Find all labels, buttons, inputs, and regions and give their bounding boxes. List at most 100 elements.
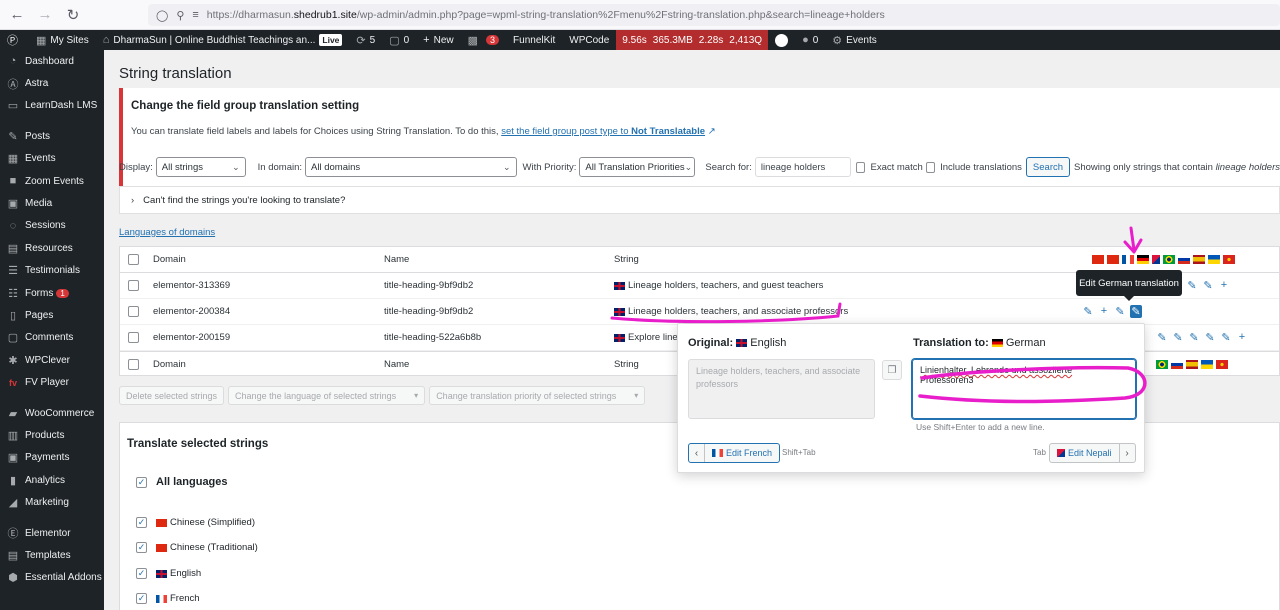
add-plus-icon[interactable]: +: [1218, 279, 1230, 292]
change-priority-select[interactable]: Change translation priority of selected …: [429, 386, 646, 405]
astra-icon: Ⓐ: [7, 78, 19, 91]
row-checkbox[interactable]: [128, 280, 139, 291]
search-button[interactable]: Search: [1025, 157, 1071, 177]
sidebar-item-resources[interactable]: ▤ Resources: [0, 237, 104, 259]
language-checkbox[interactable]: ✓: [136, 593, 147, 604]
languages-of-domains-link[interactable]: Languages of domains: [119, 227, 215, 238]
notice-settings-link[interactable]: set the field group post type to Not Tra…: [501, 126, 705, 137]
row-checkbox[interactable]: [128, 332, 139, 343]
language-checkbox[interactable]: ✓: [136, 517, 147, 528]
sidebar-item-woocommerce[interactable]: ▰ WooCommerce: [0, 402, 104, 424]
edit-pencil-icon[interactable]: ✎: [1172, 331, 1184, 344]
funnelkit-link[interactable]: FunnelKit: [506, 30, 562, 50]
domain-select[interactable]: All domains ⌄: [305, 157, 517, 177]
sidebar-item-comments[interactable]: ▢ Comments: [0, 327, 104, 349]
sidebar-item-essential-addons[interactable]: ⬢ Essential Addons: [0, 567, 104, 589]
language-row[interactable]: ✓ English: [136, 568, 201, 579]
select-all-checkbox[interactable]: [128, 254, 139, 265]
sidebar-item-forms[interactable]: ☷ Forms 1: [0, 282, 104, 304]
sidebar-item-pages[interactable]: ▯ Pages: [0, 304, 104, 326]
language-checkbox[interactable]: ✓: [136, 568, 147, 579]
back-arrow-icon[interactable]: ←: [6, 4, 28, 26]
add-plus-icon[interactable]: +: [1098, 305, 1110, 318]
edit-pencil-icon[interactable]: ✎: [1202, 279, 1214, 292]
wpcode-link[interactable]: WPCode: [562, 30, 616, 50]
forward-arrow-icon[interactable]: →: [34, 4, 56, 26]
external-link-icon: ↗: [707, 126, 716, 137]
all-languages-row[interactable]: ✓ All languages: [136, 476, 228, 488]
edit-pencil-icon[interactable]: ✎: [1082, 305, 1094, 318]
sidebar-item-elementor[interactable]: Ⓔ Elementor: [0, 522, 104, 544]
language-row[interactable]: ✓ French: [136, 593, 200, 604]
reload-icon[interactable]: ↻: [62, 4, 84, 26]
include-translations-checkbox[interactable]: [925, 161, 936, 173]
priority-select[interactable]: All Translation Priorities ⌄: [579, 157, 696, 177]
edit-pencil-icon[interactable]: ✎: [1114, 305, 1126, 318]
updates-icon: ⟳: [356, 34, 366, 47]
sidebar-item-learndash-lms[interactable]: ▭ LearnDash LMS: [0, 95, 104, 117]
sidebar-item-events[interactable]: ▦ Events: [0, 148, 104, 170]
change-language-select[interactable]: Change the language of selected strings ▾: [228, 386, 426, 405]
exact-match-checkbox[interactable]: [856, 161, 866, 173]
cant-find-panel[interactable]: › Can't find the strings you're looking …: [119, 186, 1280, 214]
edit-german-pencil-icon[interactable]: ✎: [1130, 305, 1142, 318]
events-link[interactable]: ⚙ Events: [825, 30, 883, 50]
query-monitor-stats[interactable]: 9.56s 365.3MB 2.28s 2,413Q: [616, 30, 769, 50]
sidebar-item-posts[interactable]: ✎ Posts: [0, 125, 104, 147]
wpml-language-icon[interactable]: [768, 30, 795, 50]
lock-icon: ⚲: [176, 9, 185, 22]
flag-en-icon: [156, 569, 167, 578]
translation-textarea[interactable]: Linienhalter, Lehrende und assoziierte P…: [912, 359, 1136, 419]
pages-icon: ▯: [9, 309, 17, 322]
addons-icon: ⬢: [8, 572, 18, 585]
sidebar-item-label: Forms: [25, 287, 54, 299]
display-select[interactable]: All strings ⌄: [155, 157, 246, 177]
exact-match-label: Exact match: [870, 161, 923, 173]
notifications-link[interactable]: ▩ 3: [461, 30, 506, 50]
add-plus-icon[interactable]: +: [1236, 331, 1248, 344]
delete-selected-button[interactable]: Delete selected strings: [119, 386, 225, 405]
search-input[interactable]: lineage holders: [754, 157, 852, 177]
status-link[interactable]: ● 0: [795, 30, 825, 50]
wp-logo-icon[interactable]: Ⓟ: [0, 30, 29, 50]
edit-pencil-icon[interactable]: ✎: [1156, 331, 1168, 344]
edit-french-button[interactable]: ‹ Edit French: [688, 443, 781, 463]
sidebar-item-templates[interactable]: ▤ Templates: [0, 544, 104, 566]
site-name-link[interactable]: ⌂ DharmaSun | Online Buddhist Teachings a…: [96, 30, 350, 50]
language-checkbox[interactable]: ✓: [136, 542, 147, 553]
sidebar-item-zoom-events[interactable]: ■ Zoom Events: [0, 170, 104, 192]
address-bar[interactable]: ◯ ⚲ ≡ https://dharmasun.shedrub1.site/wp…: [148, 4, 1280, 26]
copy-original-icon[interactable]: ❐: [882, 360, 902, 380]
sidebar-item-analytics[interactable]: ▮ Analytics: [0, 469, 104, 491]
edit-nepali-button[interactable]: Edit Nepali ›: [1049, 443, 1136, 463]
sidebar-item-wpclever[interactable]: ✱ WPClever: [0, 349, 104, 371]
edit-pencil-icon[interactable]: ✎: [1204, 331, 1216, 344]
sidebar-item-products[interactable]: ▥ Products: [0, 424, 104, 446]
sidebar-item-fv-player[interactable]: fv FV Player: [0, 371, 104, 393]
sidebar-item-media[interactable]: ▣ Media: [0, 192, 104, 214]
language-row[interactable]: ✓ Chinese (Traditional): [136, 542, 258, 553]
sidebar-item-astra[interactable]: Ⓐ Astra: [0, 72, 104, 94]
edit-pencil-icon[interactable]: ✎: [1188, 331, 1200, 344]
events-gear-icon: ⚙: [832, 34, 843, 47]
flag-uk-icon: [1208, 255, 1220, 264]
edit-pencil-icon[interactable]: ✎: [1186, 279, 1198, 292]
shift-enter-hint: Use Shift+Enter to add a new line.: [916, 422, 1045, 432]
learndash-icon: ▭: [7, 100, 19, 113]
comments-link[interactable]: ▢ 0: [382, 30, 416, 50]
edit-pencil-icon[interactable]: ✎: [1220, 331, 1232, 344]
updates-link[interactable]: ⟳ 5: [349, 30, 382, 50]
row-checkbox[interactable]: [128, 306, 139, 317]
sidebar-item-marketing[interactable]: ◢ Marketing: [0, 491, 104, 513]
sidebar-item-payments[interactable]: ▣ Payments: [0, 447, 104, 469]
language-flags: [1156, 360, 1228, 369]
select-all-checkbox[interactable]: [128, 359, 139, 370]
my-sites-link[interactable]: ▦ My Sites: [29, 30, 96, 50]
language-row[interactable]: ✓ Chinese (Simplified): [136, 517, 255, 528]
sidebar-item-dashboard[interactable]: ◔ Dashboard: [0, 50, 104, 72]
sidebar-item-testimonials[interactable]: ☰ Testimonials: [0, 260, 104, 282]
all-languages-checkbox[interactable]: ✓: [136, 476, 147, 488]
chevron-right-icon: ›: [131, 194, 135, 206]
new-content-link[interactable]: + New: [416, 30, 460, 50]
sidebar-item-sessions[interactable]: ◌ Sessions: [0, 215, 104, 237]
